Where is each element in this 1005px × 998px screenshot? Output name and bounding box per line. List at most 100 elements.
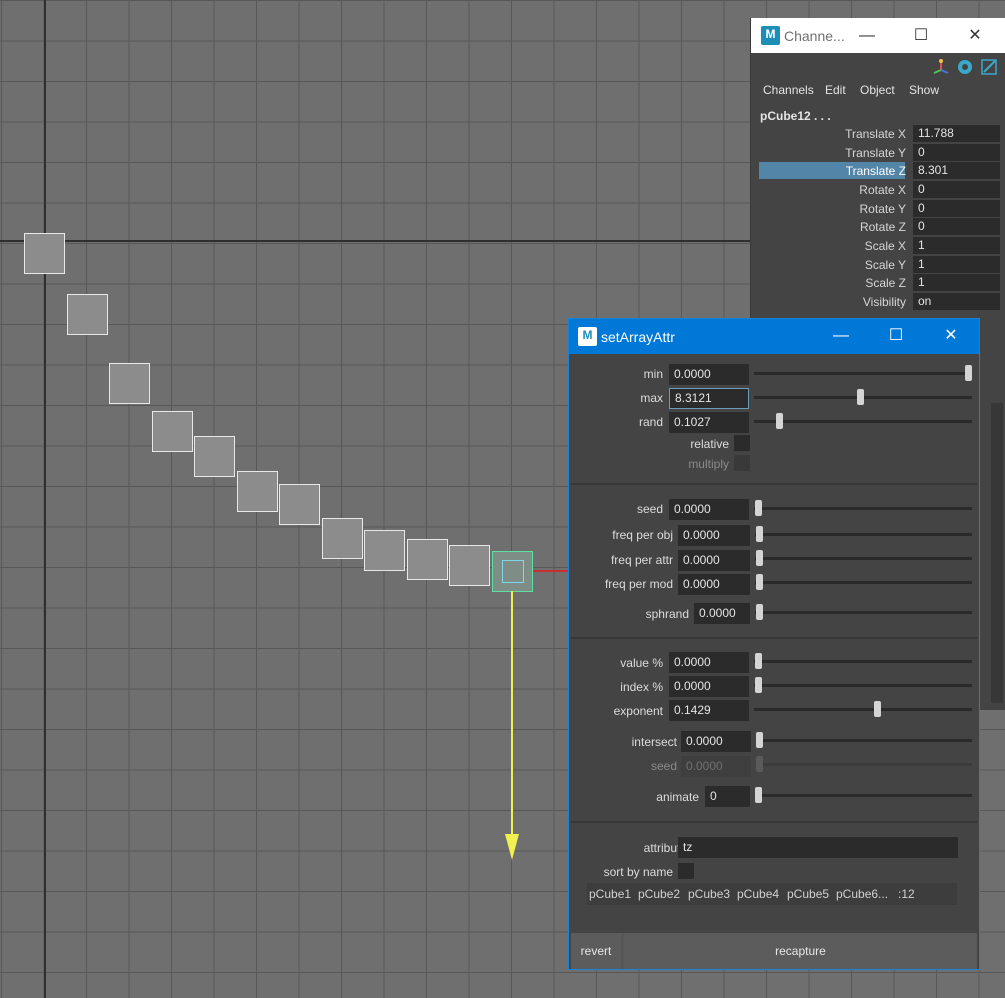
list-item[interactable]: pCube2 bbox=[638, 887, 680, 901]
move-manipulator-z-axis[interactable] bbox=[511, 591, 513, 839]
exponent-slider-track[interactable] bbox=[754, 708, 972, 711]
channel-row-translate-z[interactable]: Translate Z 8.301 bbox=[759, 162, 1000, 180]
cube-object[interactable] bbox=[407, 539, 448, 580]
animate-slider-track[interactable] bbox=[755, 794, 972, 797]
value-percent-slider-track[interactable] bbox=[754, 660, 972, 663]
close-button[interactable]: ✕ bbox=[934, 324, 968, 348]
channel-label[interactable]: Translate X bbox=[845, 127, 906, 141]
channel-label[interactable]: Scale X bbox=[865, 239, 906, 253]
tool-settings-icon[interactable] bbox=[980, 58, 998, 76]
channel-box-scrollbar[interactable] bbox=[991, 403, 1003, 703]
cube-object[interactable] bbox=[109, 363, 150, 404]
move-manipulator-z-arrowhead[interactable] bbox=[505, 834, 519, 860]
cube-object[interactable] bbox=[152, 411, 193, 452]
manipulator-icon[interactable] bbox=[931, 58, 951, 76]
channel-value[interactable]: 0 bbox=[913, 144, 1000, 161]
index-percent-slider-track[interactable] bbox=[754, 684, 972, 687]
value-percent-field[interactable]: 0.0000 bbox=[669, 652, 749, 673]
channel-row-rotate-z[interactable]: Rotate Z 0 bbox=[759, 218, 1000, 236]
cube-object[interactable] bbox=[279, 484, 320, 525]
freq-per-attr-field[interactable]: 0.0000 bbox=[678, 550, 750, 571]
channel-label[interactable]: Translate Y bbox=[845, 146, 906, 160]
channel-row-rotate-y[interactable]: Rotate Y 0 bbox=[759, 200, 1000, 218]
revert-button[interactable]: revert bbox=[571, 933, 621, 969]
sort-by-name-checkbox[interactable] bbox=[678, 863, 694, 879]
intersect-slider-handle[interactable] bbox=[756, 732, 763, 748]
sphrand-slider-track[interactable] bbox=[755, 611, 972, 614]
seed-slider-track[interactable] bbox=[754, 507, 972, 510]
freq-per-mod-slider-handle[interactable] bbox=[756, 574, 763, 590]
exponent-slider-handle[interactable] bbox=[874, 701, 881, 717]
cube-object[interactable] bbox=[67, 294, 108, 335]
intersect-field[interactable]: 0.0000 bbox=[681, 731, 751, 752]
channel-value[interactable]: 1 bbox=[913, 237, 1000, 254]
channel-label[interactable]: Translate Z bbox=[846, 164, 906, 178]
menu-object[interactable]: Object bbox=[860, 83, 895, 97]
max-field[interactable]: 8.3121 bbox=[669, 388, 749, 409]
dialog-titlebar[interactable]: M setArrayAttr — ☐ ✕ bbox=[569, 319, 979, 354]
channel-box-titlebar[interactable]: M Channe... — ☐ ✕ bbox=[751, 18, 1005, 53]
minimize-button[interactable]: — bbox=[824, 324, 858, 348]
index-percent-slider-handle[interactable] bbox=[755, 677, 762, 693]
channel-label[interactable]: Rotate Z bbox=[860, 220, 906, 234]
selected-cube-object[interactable] bbox=[492, 551, 533, 592]
sphrand-slider-handle[interactable] bbox=[756, 604, 763, 620]
min-slider-track[interactable] bbox=[754, 372, 972, 375]
list-item[interactable]: pCube6... bbox=[836, 887, 888, 901]
animate-field[interactable]: 0 bbox=[705, 786, 750, 807]
channel-value[interactable]: 1 bbox=[913, 256, 1000, 273]
channel-row-scale-z[interactable]: Scale Z 1 bbox=[759, 274, 1000, 292]
seed-slider-handle[interactable] bbox=[755, 500, 762, 516]
cube-object[interactable] bbox=[24, 233, 65, 274]
channel-label[interactable]: Visibility bbox=[863, 295, 906, 309]
maximize-button[interactable]: ☐ bbox=[904, 24, 938, 48]
menu-show[interactable]: Show bbox=[909, 83, 939, 97]
channel-row-translate-y[interactable]: Translate Y 0 bbox=[759, 144, 1000, 162]
list-item[interactable]: pCube5 bbox=[787, 887, 829, 901]
channel-row-rotate-x[interactable]: Rotate X 0 bbox=[759, 181, 1000, 199]
seed-field[interactable]: 0.0000 bbox=[669, 499, 749, 520]
channel-row-scale-x[interactable]: Scale X 1 bbox=[759, 237, 1000, 255]
channel-label[interactable]: Rotate Y bbox=[860, 202, 906, 216]
exponent-field[interactable]: 0.1429 bbox=[669, 700, 749, 721]
freq-per-mod-slider-track[interactable] bbox=[755, 581, 972, 584]
rand-field[interactable]: 0.1027 bbox=[669, 412, 749, 433]
freq-per-obj-slider-track[interactable] bbox=[755, 533, 972, 536]
intersect-slider-track[interactable] bbox=[756, 739, 972, 742]
attribute-editor-icon[interactable] bbox=[956, 58, 974, 76]
menu-channels[interactable]: Channels bbox=[763, 83, 814, 97]
cube-object[interactable] bbox=[364, 530, 405, 571]
freq-per-attr-slider-track[interactable] bbox=[755, 557, 972, 560]
move-manipulator-x-axis[interactable] bbox=[533, 570, 573, 572]
channel-value[interactable]: on bbox=[913, 293, 1000, 310]
freq-per-attr-slider-handle[interactable] bbox=[756, 550, 763, 566]
value-percent-slider-handle[interactable] bbox=[755, 653, 762, 669]
animate-slider-handle[interactable] bbox=[755, 787, 762, 803]
menu-edit[interactable]: Edit bbox=[825, 83, 846, 97]
list-item[interactable]: pCube1 bbox=[589, 887, 631, 901]
channel-row-visibility[interactable]: Visibility on bbox=[759, 293, 1000, 311]
channel-value[interactable]: 0 bbox=[913, 218, 1000, 235]
minimize-button[interactable]: — bbox=[850, 24, 884, 48]
min-slider-handle[interactable] bbox=[965, 365, 972, 381]
channel-label[interactable]: Scale Z bbox=[865, 276, 906, 290]
max-slider-handle[interactable] bbox=[857, 389, 864, 405]
cube-object[interactable] bbox=[237, 471, 278, 512]
min-field[interactable]: 0.0000 bbox=[669, 364, 749, 385]
object-list[interactable]: pCube1 pCube2 pCube3 pCube4 pCube5 pCube… bbox=[587, 883, 957, 905]
list-item[interactable]: pCube4 bbox=[737, 887, 779, 901]
channel-value[interactable]: 1 bbox=[913, 274, 1000, 291]
channel-value[interactable]: 0 bbox=[913, 181, 1000, 198]
channel-row-translate-x[interactable]: Translate X 11.788 bbox=[759, 125, 1000, 143]
node-name[interactable]: pCube12 . . . bbox=[760, 109, 831, 123]
relative-checkbox[interactable] bbox=[734, 435, 750, 451]
list-item[interactable]: pCube3 bbox=[688, 887, 730, 901]
channel-label[interactable]: Rotate X bbox=[859, 183, 906, 197]
maximize-button[interactable]: ☐ bbox=[879, 324, 913, 348]
rand-slider-handle[interactable] bbox=[776, 413, 783, 429]
channel-value[interactable]: 8.301 bbox=[913, 162, 1000, 179]
cube-object[interactable] bbox=[322, 518, 363, 559]
channel-value[interactable]: 11.788 bbox=[913, 125, 1000, 142]
recapture-button[interactable]: recapture bbox=[624, 933, 977, 969]
cube-object[interactable] bbox=[194, 436, 235, 477]
